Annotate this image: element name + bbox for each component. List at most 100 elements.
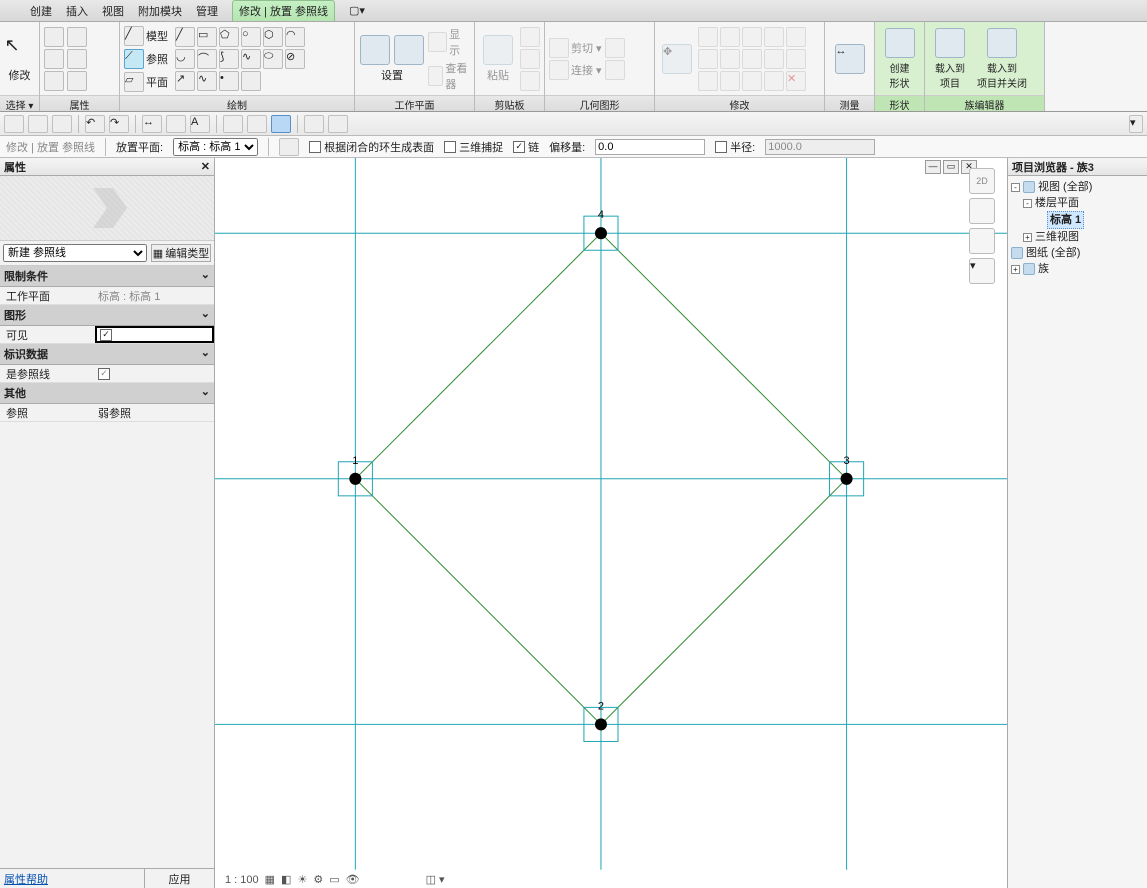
vc-sun-icon[interactable]: ☀ xyxy=(297,873,307,886)
qat-switch[interactable] xyxy=(328,115,348,133)
draw-half[interactable]: ⊘ xyxy=(285,49,305,69)
load-project-button[interactable]: 载入到 项目 xyxy=(929,28,971,90)
3dsnap-checkbox[interactable]: 三维捕捉 xyxy=(444,139,503,155)
tree-views[interactable]: -视图 (全部) xyxy=(1011,179,1144,195)
qat-thin[interactable] xyxy=(271,115,291,133)
drawing-canvas[interactable]: — ▭ ✕ xyxy=(215,158,1007,888)
qat-close[interactable] xyxy=(304,115,324,133)
place-plane-select[interactable]: 标高 : 标高 1 xyxy=(173,138,258,156)
section-graphics[interactable]: 图形⌄ xyxy=(0,305,214,326)
draw-arc2[interactable]: ◡ xyxy=(175,49,195,69)
sheets-icon xyxy=(1011,247,1023,259)
tree-level1[interactable]: 标高 1 xyxy=(1011,211,1144,229)
vc-shadow-icon[interactable]: ⚙ xyxy=(313,873,323,886)
draw-poly[interactable]: ⬠ xyxy=(219,27,239,47)
properties-help-link[interactable]: 属性帮助 xyxy=(0,869,144,888)
draw-fillet[interactable]: ⟆ xyxy=(219,49,239,69)
prop-btn-6[interactable] xyxy=(67,71,87,91)
prop-btn-4[interactable] xyxy=(67,27,87,47)
mod-1 xyxy=(698,27,718,47)
row-ref[interactable]: 参照弱参照 xyxy=(0,404,214,422)
section-other[interactable]: 其他⌄ xyxy=(0,383,214,404)
draw-rect[interactable]: ▭ xyxy=(197,27,217,47)
ref-label: 参照 xyxy=(146,51,168,67)
vc-style-icon[interactable]: ◧ xyxy=(281,873,291,886)
menu-manage[interactable]: 管理 xyxy=(196,3,218,19)
viewcube-2d[interactable]: 2D xyxy=(969,168,995,194)
prop-btn-1[interactable] xyxy=(44,27,64,47)
nav-wheel-icon[interactable] xyxy=(969,228,995,254)
prop-btn-5[interactable] xyxy=(67,49,87,69)
menu-view[interactable]: 视图 xyxy=(102,3,124,19)
create-shape-button[interactable]: 创建 形状 xyxy=(879,28,920,90)
draw-line[interactable]: ╱ xyxy=(175,27,195,47)
measure-button[interactable]: ↔ xyxy=(829,44,870,74)
type-selector[interactable]: 新建 参照线 xyxy=(3,244,147,262)
qat-section[interactable] xyxy=(247,115,267,133)
view-nav: 2D ▾ xyxy=(969,168,997,284)
menu-addins[interactable]: 附加模块 xyxy=(138,3,182,19)
qat-undo[interactable]: ↶ xyxy=(85,115,105,133)
qat-drop[interactable]: ▾ xyxy=(1129,115,1143,133)
draw-18[interactable] xyxy=(241,71,261,91)
radius-checkbox[interactable]: 半径: xyxy=(715,139,755,155)
draw-ellipse[interactable]: ⬭ xyxy=(263,49,283,69)
draw-pick[interactable]: ↗ xyxy=(175,71,195,91)
offset-input[interactable] xyxy=(595,139,705,155)
tree-floorplans[interactable]: -楼层平面 xyxy=(1011,195,1144,211)
vc-extra-icon[interactable]: ◫ ▾ xyxy=(426,873,445,886)
line-tool[interactable]: ╱ xyxy=(124,26,144,46)
draw-arc3[interactable]: ⌒ xyxy=(197,49,217,69)
qat-dim[interactable]: ↔ xyxy=(142,115,162,133)
draw-spline2[interactable]: ∿ xyxy=(197,71,217,91)
menu-insert[interactable]: 插入 xyxy=(66,3,88,19)
ref-tool[interactable]: ⟋ xyxy=(124,49,144,69)
scale-label[interactable]: 1 : 100 xyxy=(225,874,259,886)
section-identity[interactable]: 标识数据⌄ xyxy=(0,344,214,365)
draw-circle[interactable]: ○ xyxy=(241,27,261,47)
menu-more-icon[interactable]: ▢▾ xyxy=(349,4,365,17)
wp-show-button[interactable] xyxy=(359,35,391,65)
nav-home-icon[interactable] xyxy=(969,198,995,224)
wp-set-button[interactable] xyxy=(393,35,425,65)
vc-crop-icon[interactable]: ▭ xyxy=(329,873,339,886)
vc-detail-icon[interactable]: ▦ xyxy=(265,873,275,886)
mod-4 xyxy=(764,27,784,47)
mod-14 xyxy=(764,71,784,91)
qat-open[interactable] xyxy=(4,115,24,133)
qat-text[interactable]: A xyxy=(190,115,210,133)
draw-cpoly[interactable]: ⬡ xyxy=(263,27,283,47)
prop-btn-2[interactable] xyxy=(44,49,64,69)
plane-tool[interactable]: ▱ xyxy=(124,72,144,92)
qat-redo[interactable]: ↷ xyxy=(109,115,129,133)
menu-create[interactable]: 创建 xyxy=(30,3,52,19)
draw-point[interactable]: • xyxy=(219,71,239,91)
workplane-icon-btn[interactable] xyxy=(279,138,299,156)
prop-btn-3[interactable] xyxy=(44,71,64,91)
viewer-btn[interactable] xyxy=(428,66,443,86)
qat-3d[interactable] xyxy=(223,115,243,133)
view-control-bar[interactable]: 1 : 100 ▦ ◧ ☀ ⚙ ▭ 👁 ◫ ▾ xyxy=(225,873,445,886)
section-constraints[interactable]: 限制条件⌄ xyxy=(0,266,214,287)
draw-spline[interactable]: ∿ xyxy=(241,49,261,69)
modify-tool-button[interactable]: ↖修改 xyxy=(4,35,35,83)
edit-type-button[interactable]: ▦编辑类型 xyxy=(151,244,211,262)
menu-modify-tab[interactable]: 修改 | 放置 参照线 xyxy=(232,0,335,21)
nav-expand-icon[interactable]: ▾ xyxy=(969,258,995,284)
properties-close-icon[interactable]: ✕ xyxy=(201,160,210,173)
load-close-button[interactable]: 载入到 项目并关闭 xyxy=(974,28,1030,90)
vc-hide-icon[interactable]: 👁 xyxy=(346,873,360,886)
chain-checkbox[interactable]: ✓链 xyxy=(513,139,539,155)
load-close-label: 载入到 项目并关闭 xyxy=(977,60,1027,90)
row-isref: 是参照线✓ xyxy=(0,365,214,383)
draw-arc1[interactable]: ◠ xyxy=(285,27,305,47)
tree-families[interactable]: +族 xyxy=(1011,261,1144,277)
qat-save[interactable] xyxy=(28,115,48,133)
tree-3dviews[interactable]: +三维视图 xyxy=(1011,229,1144,245)
qat-cube[interactable] xyxy=(52,115,72,133)
apply-button[interactable]: 应用 xyxy=(144,869,214,888)
tree-sheets[interactable]: 图纸 (全部) xyxy=(1011,245,1144,261)
qat-align[interactable] xyxy=(166,115,186,133)
loop-checkbox[interactable]: 根据闭合的环生成表面 xyxy=(309,139,434,155)
row-visible[interactable]: 可见✓ xyxy=(0,326,214,344)
